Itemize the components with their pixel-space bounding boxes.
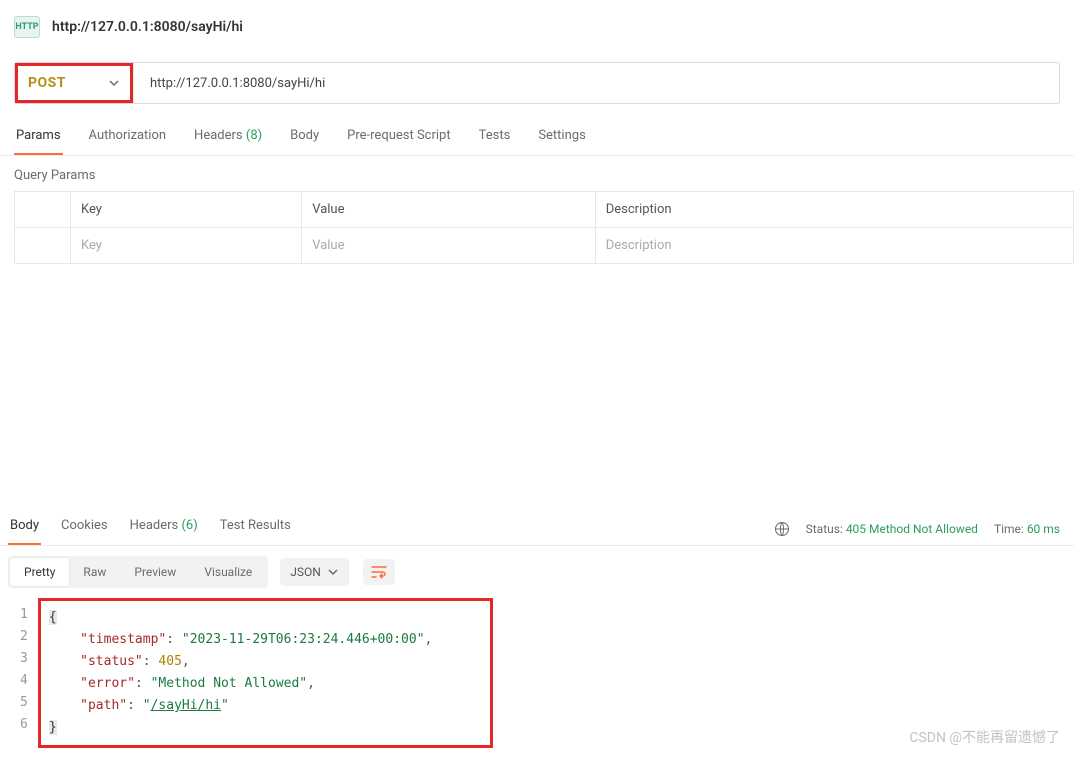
- tab-headers-count: (8): [246, 128, 262, 143]
- response-panel: Body Cookies Headers (6) Test Results St…: [0, 506, 1074, 748]
- query-params-table: Key Value Description Key Value Descript…: [14, 191, 1074, 264]
- tab-authorization[interactable]: Authorization: [87, 120, 169, 155]
- table-row[interactable]: Key Value Description: [15, 228, 1074, 264]
- view-mode-group: Pretty Raw Preview Visualize: [8, 556, 268, 588]
- http-method-label: POST: [28, 75, 66, 91]
- time-value: 60 ms: [1027, 522, 1060, 536]
- tab-headers-label: Headers: [194, 128, 243, 143]
- status-label: Status: 405 Method Not Allowed: [806, 522, 978, 536]
- response-tabs: Body Cookies Headers (6) Test Results: [8, 512, 293, 545]
- request-url-input[interactable]: http://127.0.0.1:8080/sayHi/hi: [133, 63, 1059, 103]
- format-label: JSON: [290, 565, 321, 579]
- wrap-icon: [371, 565, 387, 579]
- col-value-header: Value: [302, 192, 596, 228]
- resp-tab-cookies[interactable]: Cookies: [59, 512, 110, 545]
- line-numbers: 1 2 3 4 5 6: [14, 598, 38, 748]
- tab-params[interactable]: Params: [14, 120, 63, 155]
- response-header-row: Body Cookies Headers (6) Test Results St…: [0, 506, 1074, 546]
- format-select[interactable]: JSON: [280, 558, 349, 586]
- globe-icon[interactable]: [774, 521, 790, 537]
- col-key-header: Key: [71, 192, 302, 228]
- resp-tab-headers-count: (6): [181, 518, 197, 533]
- col-checkbox: [15, 192, 71, 228]
- wrap-lines-button[interactable]: [363, 559, 395, 585]
- query-params-title: Query Params: [0, 156, 1074, 191]
- http-badge-icon: HTTP: [14, 16, 40, 38]
- response-body-toolbar: Pretty Raw Preview Visualize JSON: [0, 546, 1074, 598]
- cell-key[interactable]: Key: [71, 228, 302, 264]
- chevron-down-icon: [108, 77, 120, 89]
- cell-value[interactable]: Value: [302, 228, 596, 264]
- resp-tab-headers[interactable]: Headers (6): [128, 512, 200, 545]
- tab-tests[interactable]: Tests: [477, 120, 513, 155]
- resp-tab-headers-label: Headers: [130, 518, 179, 533]
- response-code-area: 1 2 3 4 5 6 { "timestamp": "2023-11-29T0…: [14, 598, 1060, 748]
- row-checkbox[interactable]: [15, 228, 71, 264]
- response-meta: Status: 405 Method Not Allowed Time: 60 …: [774, 521, 1060, 537]
- view-raw[interactable]: Raw: [69, 558, 120, 586]
- view-pretty[interactable]: Pretty: [10, 558, 69, 586]
- view-visualize[interactable]: Visualize: [190, 558, 266, 586]
- tab-headers[interactable]: Headers (8): [192, 120, 264, 155]
- tab-settings[interactable]: Settings: [536, 120, 587, 155]
- chevron-down-icon: [327, 566, 339, 578]
- cell-desc[interactable]: Description: [595, 228, 1073, 264]
- request-title-row: HTTP http://127.0.0.1:8080/sayHi/hi: [0, 0, 1074, 54]
- view-preview[interactable]: Preview: [120, 558, 190, 586]
- watermark: CSDN @不能再留遗憾了: [909, 727, 1060, 747]
- request-url-bar: POST http://127.0.0.1:8080/sayHi/hi: [14, 62, 1060, 104]
- response-code-body[interactable]: { "timestamp": "2023-11-29T06:23:24.446+…: [38, 598, 493, 748]
- resp-tab-body[interactable]: Body: [8, 512, 41, 545]
- http-method-select[interactable]: POST: [15, 63, 133, 103]
- tab-body[interactable]: Body: [288, 120, 321, 155]
- request-title: http://127.0.0.1:8080/sayHi/hi: [52, 19, 243, 35]
- tab-prerequest[interactable]: Pre-request Script: [345, 120, 452, 155]
- status-value: 405 Method Not Allowed: [846, 522, 978, 536]
- request-tabs: Params Authorization Headers (8) Body Pr…: [0, 120, 1074, 156]
- resp-tab-tests[interactable]: Test Results: [218, 512, 293, 545]
- col-desc-header: Description: [595, 192, 1073, 228]
- time-label: Time: 60 ms: [994, 522, 1060, 536]
